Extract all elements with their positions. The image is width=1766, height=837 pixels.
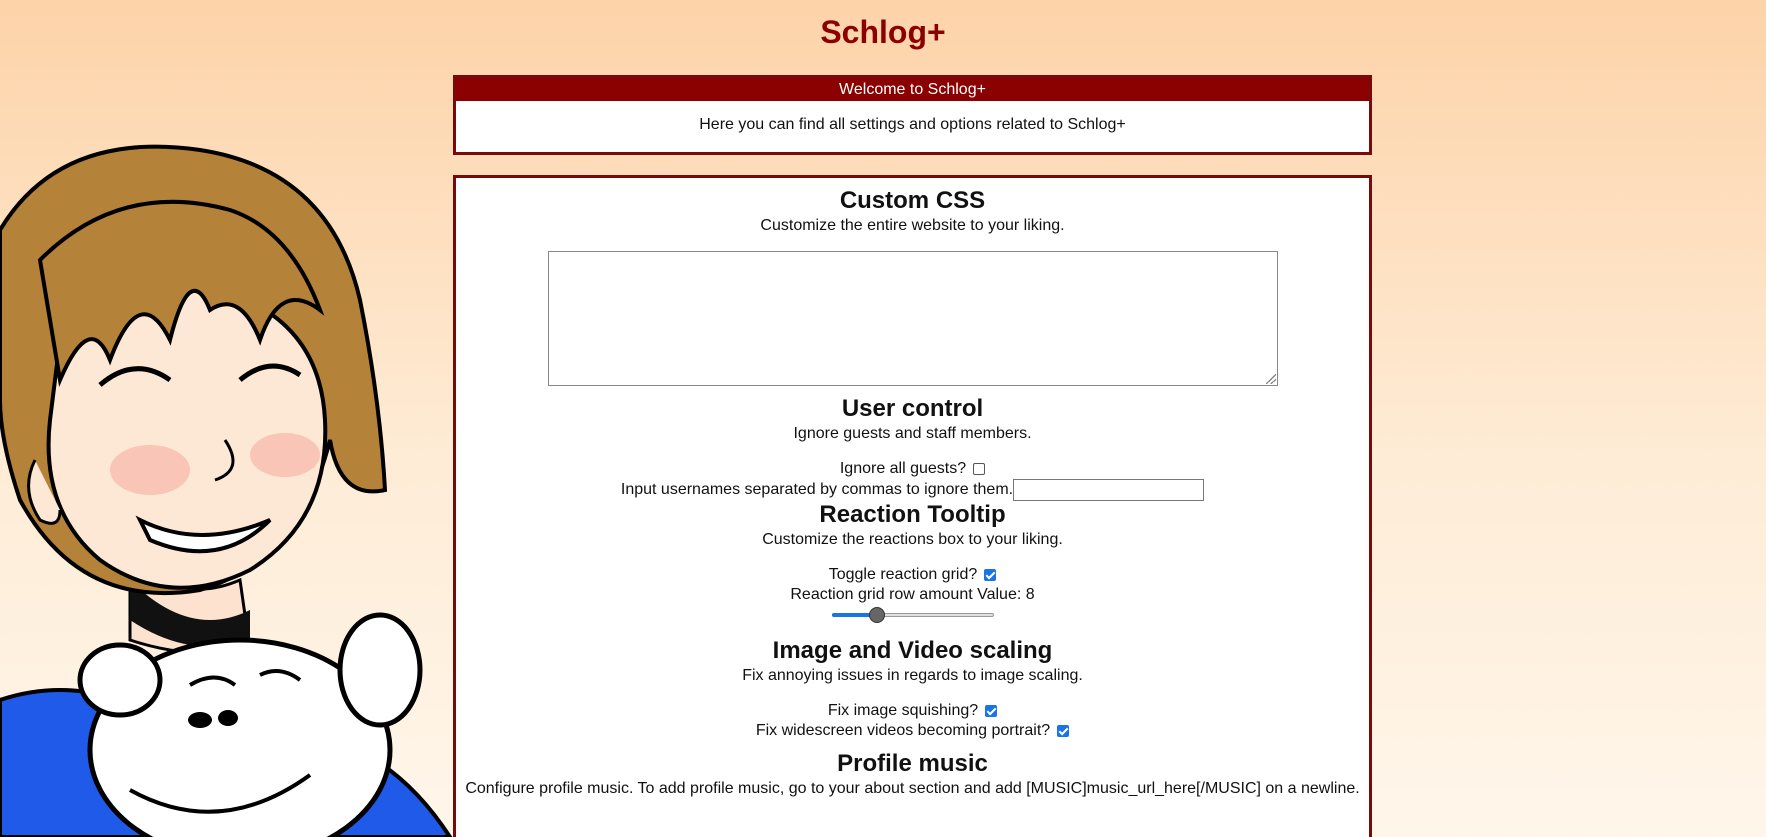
welcome-header: Welcome to Schlog+ — [456, 78, 1369, 101]
custom-css-textarea[interactable] — [547, 251, 1278, 386]
fix-squishing-row: Fix image squishing? — [456, 701, 1369, 721]
site-title: Schlog+ — [820, 14, 946, 50]
fix-widescreen-row: Fix widescreen videos becoming portrait? — [456, 721, 1369, 741]
ignore-users-input[interactable] — [1013, 479, 1205, 501]
slider-thumb[interactable] — [868, 607, 885, 623]
fix-squishing-label: Fix image squishing? — [827, 702, 979, 719]
row-amount-row: Reaction grid row amount Value: 8 — [456, 585, 1369, 605]
section-title-user-control: User control — [841, 395, 984, 422]
ignore-guests-label: Ignore all guests? — [839, 460, 967, 477]
toggle-reaction-grid-checkbox[interactable] — [984, 569, 997, 581]
row-amount-slider[interactable] — [831, 605, 994, 625]
ignore-users-label: Input usernames separated by commas to i… — [620, 481, 1014, 498]
custom-css-section: Custom CSS Customize the entire website … — [456, 187, 1369, 386]
toggle-reaction-grid-row: Toggle reaction grid? — [456, 565, 1369, 585]
ignore-guests-row: Ignore all guests? — [456, 459, 1369, 479]
section-title-profile-music: Profile music — [837, 750, 988, 777]
section-desc-custom-css: Customize the entire website to your lik… — [760, 217, 1065, 234]
section-title-reaction-tooltip: Reaction Tooltip — [819, 501, 1006, 528]
section-desc-user-control: Ignore guests and staff members. — [793, 425, 1032, 442]
ignore-guests-checkbox[interactable] — [973, 463, 986, 475]
section-title-image-video-scaling: Image and Video scaling — [772, 637, 1053, 664]
ignore-users-row: Input usernames separated by commas to i… — [456, 479, 1369, 501]
row-amount-label: Reaction grid row amount Value: 8 — [790, 586, 1035, 603]
section-desc-image-video-scaling: Fix annoying issues in regards to image … — [742, 667, 1083, 684]
fix-widescreen-checkbox[interactable] — [1057, 725, 1070, 737]
fix-widescreen-label: Fix widescreen videos becoming portrait? — [755, 722, 1051, 739]
settings-panel: Custom CSS Customize the entire website … — [453, 175, 1372, 837]
reaction-tooltip-section: Reaction Tooltip Customize the reactions… — [456, 501, 1369, 625]
image-video-scaling-section: Image and Video scaling Fix annoying iss… — [456, 637, 1369, 741]
section-desc-reaction-tooltip: Customize the reactions box to your liki… — [762, 531, 1063, 548]
section-desc-profile-music: Configure profile music. To add profile … — [465, 780, 1360, 797]
welcome-body: Here you can find all settings and optio… — [699, 116, 1126, 133]
section-title-custom-css: Custom CSS — [839, 187, 986, 214]
toggle-reaction-grid-label: Toggle reaction grid? — [828, 566, 978, 583]
user-control-section: User control Ignore guests and staff mem… — [456, 395, 1369, 501]
profile-music-section: Profile music Configure profile music. T… — [456, 750, 1369, 799]
mascot-illustration — [0, 144, 453, 837]
fix-squishing-checkbox[interactable] — [985, 705, 998, 717]
welcome-panel: Welcome to Schlog+ Here you can find all… — [453, 75, 1372, 155]
resize-grip-icon[interactable] — [1265, 374, 1276, 384]
